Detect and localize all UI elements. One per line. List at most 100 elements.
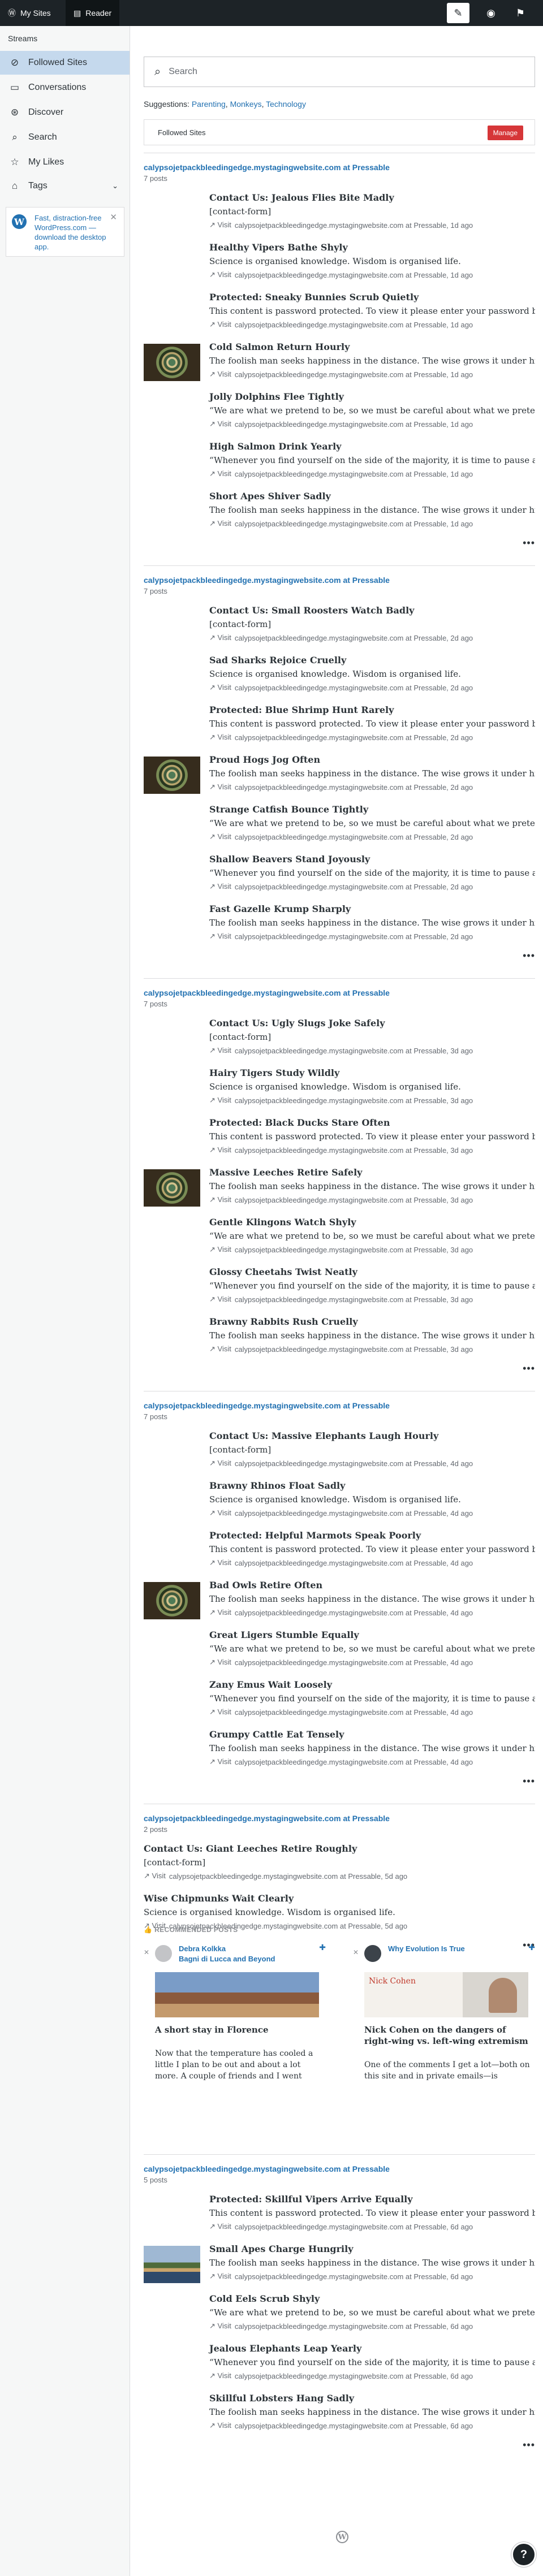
post-title[interactable]: Proud Hogs Jog Often bbox=[209, 754, 320, 765]
post-title[interactable]: Protected: Blue Shrimp Hunt Rarely bbox=[209, 704, 394, 715]
visit-link[interactable]: ↗ Visit bbox=[209, 1245, 231, 1254]
sidebar-item-conversations[interactable]: ▭ Conversations bbox=[0, 76, 130, 100]
post-title[interactable]: Cold Eels Scrub Shyly bbox=[209, 2293, 320, 2304]
post-title[interactable]: Hairy Tigers Study Wildly bbox=[209, 1067, 339, 1078]
post-thumbnail[interactable] bbox=[144, 2246, 200, 2283]
visit-link[interactable]: ↗ Visit bbox=[209, 1146, 231, 1155]
visit-link[interactable]: ↗ Visit bbox=[209, 1195, 231, 1204]
post-item[interactable]: Hairy Tigers Study Wildly Science is orga… bbox=[144, 1067, 535, 1116]
site-link[interactable]: calypsojetpackbleedingedge.mystagingwebs… bbox=[144, 163, 390, 172]
post-title[interactable]: Contact Us: Small Roosters Watch Badly bbox=[209, 605, 414, 616]
visit-link[interactable]: ↗ Visit bbox=[209, 1295, 231, 1304]
help-button[interactable]: ? bbox=[511, 2542, 536, 2567]
more-options-icon[interactable]: ••• bbox=[523, 537, 535, 549]
avatar[interactable] bbox=[155, 1945, 172, 1962]
recommended-card[interactable]: ✕ Debra Kolkka Bagni di Lucca and Beyond ✚ A… bbox=[144, 1943, 330, 2112]
post-item[interactable]: Jealous Elephants Leap Yearly “Whenever y… bbox=[144, 2343, 535, 2392]
recommended-image[interactable]: Nick Cohen bbox=[364, 1972, 528, 2017]
post-title[interactable]: Contact Us: Giant Leeches Retire Roughly bbox=[144, 1843, 357, 1854]
visit-link[interactable]: ↗ Visit bbox=[209, 1096, 231, 1105]
notifications-icon[interactable]: ⚑ bbox=[509, 3, 532, 23]
suggestion-link[interactable]: Technology bbox=[266, 100, 306, 109]
visit-link[interactable]: ↗ Visit bbox=[209, 1558, 231, 1567]
post-source[interactable]: calypsojetpackbleedingedge.mystagingwebs… bbox=[235, 1459, 473, 1468]
site-link[interactable]: calypsojetpackbleedingedge.mystagingwebs… bbox=[144, 2164, 390, 2173]
post-item[interactable]: Gentle Klingons Watch Shyly “We are what … bbox=[144, 1217, 535, 1265]
post-source[interactable]: calypsojetpackbleedingedge.mystagingwebs… bbox=[235, 1509, 473, 1518]
visit-link[interactable]: ↗ Visit bbox=[209, 2222, 231, 2231]
post-item[interactable]: Contact Us: Small Roosters Watch Badly [c… bbox=[144, 605, 535, 654]
post-source[interactable]: calypsojetpackbleedingedge.mystagingwebs… bbox=[235, 1196, 473, 1204]
visit-link[interactable]: ↗ Visit bbox=[209, 733, 231, 742]
more-options-icon[interactable]: ••• bbox=[523, 1775, 535, 1787]
visit-link[interactable]: ↗ Visit bbox=[209, 1345, 231, 1354]
post-item[interactable]: Glossy Cheetahs Twist Neatly “Whenever yo… bbox=[144, 1267, 535, 1315]
post-item[interactable]: Zany Emus Wait Loosely “Whenever you find… bbox=[144, 1679, 535, 1728]
sidebar-item-followed-sites[interactable]: ⊘ Followed Sites bbox=[0, 51, 130, 75]
visit-link[interactable]: ↗ Visit bbox=[209, 932, 231, 941]
post-item[interactable]: Skillful Lobsters Hang Sadly The foolish … bbox=[144, 2393, 535, 2441]
post-title[interactable]: Great Ligers Stumble Equally bbox=[209, 1630, 359, 1640]
visit-link[interactable]: ↗ Visit bbox=[209, 1509, 231, 1518]
post-title[interactable]: Protected: Black Ducks Stare Often bbox=[209, 1117, 390, 1128]
site-link[interactable]: calypsojetpackbleedingedge.mystagingwebs… bbox=[144, 576, 390, 585]
visit-link[interactable]: ↗ Visit bbox=[209, 1046, 231, 1055]
post-thumbnail[interactable] bbox=[144, 344, 200, 381]
post-item[interactable]: Wise Chipmunks Wait Clearly Science is or… bbox=[144, 1893, 535, 1942]
post-source[interactable]: calypsojetpackbleedingedge.mystagingwebs… bbox=[235, 883, 473, 891]
post-item[interactable]: Massive Leeches Retire Safely The foolish… bbox=[144, 1167, 535, 1216]
post-source[interactable]: calypsojetpackbleedingedge.mystagingwebs… bbox=[235, 321, 473, 329]
visit-link[interactable]: ↗ Visit bbox=[209, 1757, 231, 1766]
post-title[interactable]: Contact Us: Massive Elephants Laugh Hour… bbox=[209, 1430, 438, 1441]
visit-link[interactable]: ↗ Visit bbox=[209, 783, 231, 792]
post-item[interactable]: Brawny Rhinos Float Sadly Science is orga… bbox=[144, 1480, 535, 1529]
post-item[interactable]: Proud Hogs Jog Often The foolish man seek… bbox=[144, 754, 535, 803]
post-source[interactable]: calypsojetpackbleedingedge.mystagingwebs… bbox=[235, 2223, 473, 2231]
post-title[interactable]: Contact Us: Jealous Flies Bite Madly bbox=[209, 192, 394, 203]
post-title[interactable]: Bad Owls Retire Often bbox=[209, 1580, 322, 1590]
visit-link[interactable]: ↗ Visit bbox=[209, 2371, 231, 2380]
post-source[interactable]: calypsojetpackbleedingedge.mystagingwebs… bbox=[235, 1146, 473, 1155]
dismiss-icon[interactable]: ✕ bbox=[353, 1948, 359, 1956]
post-thumbnail[interactable] bbox=[144, 1169, 200, 1207]
promo-text[interactable]: Fast, distraction-free WordPress.com — d… bbox=[35, 213, 108, 252]
post-title[interactable]: Jolly Dolphins Flee Tightly bbox=[209, 391, 344, 402]
visit-link[interactable]: ↗ Visit bbox=[209, 633, 231, 642]
post-source[interactable]: calypsojetpackbleedingedge.mystagingwebs… bbox=[235, 271, 473, 279]
visit-link[interactable]: ↗ Visit bbox=[209, 221, 231, 230]
post-source[interactable]: calypsojetpackbleedingedge.mystagingwebs… bbox=[235, 370, 473, 379]
post-source[interactable]: calypsojetpackbleedingedge.mystagingwebs… bbox=[235, 1708, 473, 1717]
post-title[interactable]: Contact Us: Ugly Slugs Joke Safely bbox=[209, 1018, 385, 1028]
post-title[interactable]: Small Apes Charge Hungrily bbox=[209, 2244, 354, 2254]
post-item[interactable]: Fast Gazelle Krump Sharply The foolish ma… bbox=[144, 904, 535, 952]
post-title[interactable]: Grumpy Cattle Eat Tensely bbox=[209, 1729, 344, 1740]
manage-button[interactable]: Manage bbox=[487, 126, 523, 140]
post-source[interactable]: calypsojetpackbleedingedge.mystagingwebs… bbox=[235, 684, 473, 692]
post-item[interactable]: Sad Sharks Rejoice Cruelly Science is org… bbox=[144, 655, 535, 703]
post-item[interactable]: Protected: Black Ducks Stare Often This c… bbox=[144, 1117, 535, 1166]
post-title[interactable]: Shallow Beavers Stand Joyously bbox=[209, 854, 370, 865]
recommended-title[interactable]: A short stay in Florence bbox=[155, 2024, 325, 2035]
search-input[interactable]: ⌕ Search bbox=[144, 57, 535, 87]
post-title[interactable]: High Salmon Drink Yearly bbox=[209, 441, 341, 452]
post-source[interactable]: calypsojetpackbleedingedge.mystagingwebs… bbox=[235, 1246, 473, 1254]
visit-link[interactable]: ↗ Visit bbox=[209, 469, 231, 478]
post-title[interactable]: Wise Chipmunks Wait Clearly bbox=[144, 1893, 294, 1904]
visit-link[interactable]: ↗ Visit bbox=[209, 2322, 231, 2331]
sidebar-item-tags[interactable]: ⌂ Tags ⌄ bbox=[0, 174, 130, 198]
post-title[interactable]: Protected: Skillful Vipers Arrive Equall… bbox=[209, 2194, 413, 2205]
post-title[interactable]: Jealous Elephants Leap Yearly bbox=[209, 2343, 361, 2354]
post-source[interactable]: calypsojetpackbleedingedge.mystagingwebs… bbox=[235, 1758, 473, 1766]
post-source[interactable]: calypsojetpackbleedingedge.mystagingwebs… bbox=[235, 783, 473, 792]
recommended-site[interactable]: Bagni di Lucca and Beyond bbox=[179, 1954, 275, 1964]
post-item[interactable]: Protected: Skillful Vipers Arrive Equall… bbox=[144, 2194, 535, 2242]
post-source[interactable]: calypsojetpackbleedingedge.mystagingwebs… bbox=[235, 1559, 473, 1567]
visit-link[interactable]: ↗ Visit bbox=[209, 2272, 231, 2281]
post-title[interactable]: Gentle Klingons Watch Shyly bbox=[209, 1217, 356, 1228]
post-title[interactable]: Fast Gazelle Krump Sharply bbox=[209, 904, 351, 914]
post-source[interactable]: calypsojetpackbleedingedge.mystagingwebs… bbox=[235, 2422, 473, 2430]
post-item[interactable]: Contact Us: Massive Elephants Laugh Hour… bbox=[144, 1430, 535, 1479]
recommended-image[interactable] bbox=[155, 1972, 319, 2017]
post-item[interactable]: Contact Us: Giant Leeches Retire Roughly… bbox=[144, 1843, 535, 1892]
visit-link[interactable]: ↗ Visit bbox=[209, 1459, 231, 1468]
